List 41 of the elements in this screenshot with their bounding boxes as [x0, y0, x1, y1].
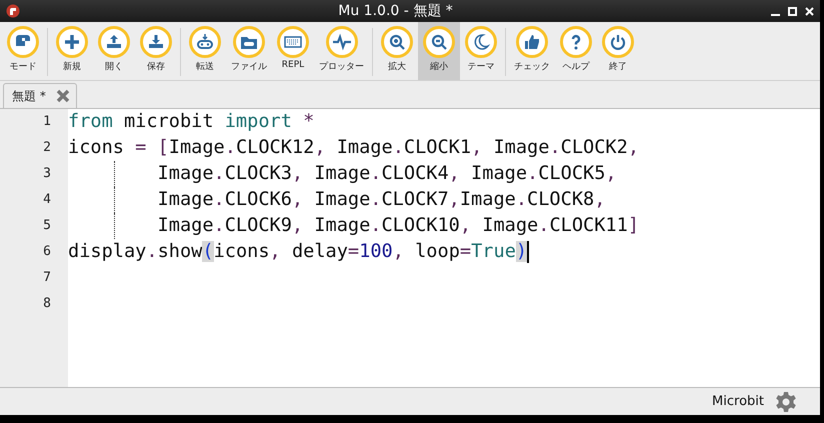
toolbar-button[interactable]: 縮小	[418, 22, 460, 80]
line-number: 3	[42, 165, 52, 183]
code-line: Image.CLOCK3, Image.CLOCK4, Image.CLOCK5,	[156, 163, 617, 184]
toolbar-button[interactable]: チェック	[509, 22, 555, 80]
maximize-icon[interactable]	[788, 6, 797, 16]
line-number: 5	[42, 217, 52, 235]
app-logo-icon	[6, 4, 20, 18]
mode-label: Microbit	[712, 394, 764, 409]
code-line: icons = [Image.CLOCK12, Image.CLOCK1, Image.CLOCK2,	[68, 137, 640, 158]
code-line: display.show(icons, delay=100, loop=True)	[68, 241, 528, 262]
line-number: 4	[42, 191, 52, 209]
toolbar-button[interactable]: ファイル	[226, 22, 272, 80]
toolbar-button[interactable]: 拡大	[376, 22, 418, 80]
code-line: Image.CLOCK6, Image.CLOCK7,Image.CLOCK8,	[156, 189, 606, 210]
toolbar-button[interactable]: モード	[2, 22, 44, 80]
thumbs-up-icon	[522, 32, 542, 52]
toolbar-button[interactable]: ヘルプ	[555, 22, 597, 80]
toolbar-button[interactable]: 開く	[93, 22, 135, 80]
window-title: Mu 1.0.0 - 無題 *	[337, 2, 454, 20]
plus-icon	[62, 32, 82, 52]
toolbar-button[interactable]: プロッター	[314, 22, 369, 80]
power-icon	[608, 32, 628, 52]
code-line: from microbit import *	[68, 111, 314, 132]
line-number: 6	[42, 243, 52, 261]
toolbar-button[interactable]: REPL	[272, 22, 314, 80]
line-number: 2	[42, 139, 52, 157]
toolbar-button[interactable]: テーマ	[460, 22, 502, 80]
zoom-out-icon	[429, 32, 449, 52]
zoom-in-icon	[387, 32, 407, 52]
line-number: 1	[42, 113, 52, 131]
pulse-icon	[332, 32, 352, 52]
code-line: Image.CLOCK9, Image.CLOCK10, Image.CLOCK11]	[156, 215, 640, 236]
line-number: 8	[42, 295, 52, 313]
file-tab[interactable]: 無題 *	[3, 83, 77, 108]
toolbar-button[interactable]: 終了	[597, 22, 639, 80]
toolbar-button[interactable]: 新規	[51, 22, 93, 80]
gear-icon[interactable]	[774, 390, 798, 414]
toolbar-button[interactable]: 保存	[135, 22, 177, 80]
line-number: 7	[42, 269, 52, 287]
microbit-icon	[195, 32, 215, 52]
toolbar-button[interactable]: 転送	[184, 22, 226, 80]
